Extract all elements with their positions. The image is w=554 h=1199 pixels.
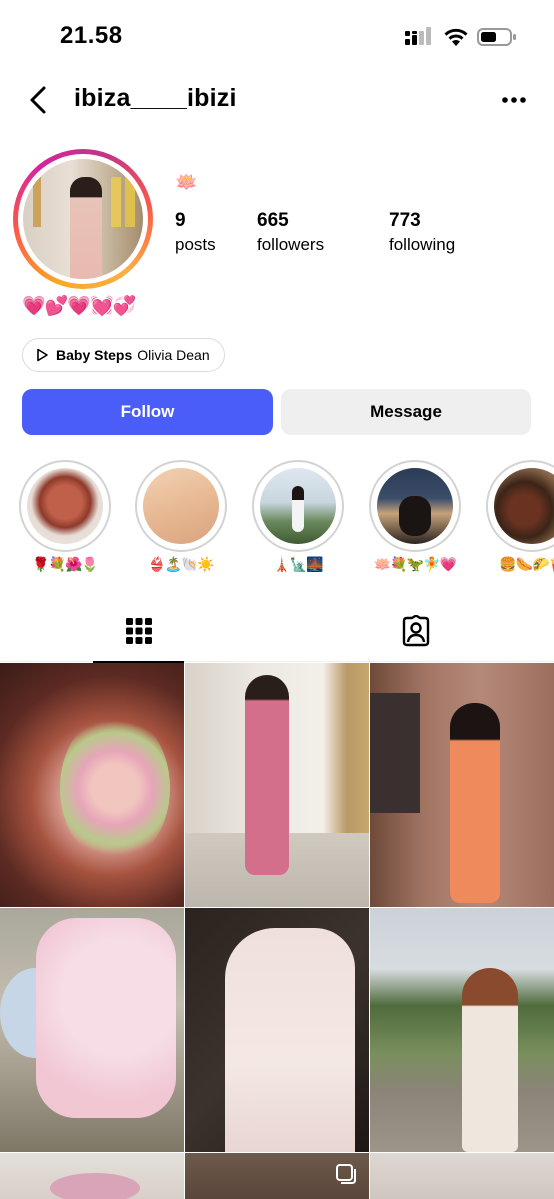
highlight-cover <box>494 468 554 544</box>
post-thumbnail[interactable] <box>370 1153 554 1199</box>
cellular-signal-icon <box>405 27 431 45</box>
post-thumbnail[interactable] <box>0 908 184 1152</box>
profile-music-pill[interactable]: Baby Steps Olivia Dean <box>22 338 225 372</box>
carousel-icon <box>336 1164 356 1184</box>
post-thumbnail[interactable] <box>185 663 369 907</box>
story-highlight[interactable]: 🗼🗽🌉 <box>252 460 344 573</box>
story-highlight[interactable]: 🪷💐🦖🧚💗 <box>369 460 461 573</box>
battery-icon <box>477 28 516 46</box>
bio-emoji: 🪷 <box>175 172 198 192</box>
status-time: 21.58 <box>60 22 123 49</box>
back-arrow-icon[interactable] <box>22 80 58 120</box>
highlight-label: 🍔🌭🌮🍟 <box>499 556 554 572</box>
message-button[interactable]: Message <box>281 389 531 435</box>
stat-posts-label: posts <box>175 235 216 254</box>
post-thumbnail[interactable] <box>185 908 369 1152</box>
highlight-label: 🗼🗽🌉 <box>273 556 323 572</box>
post-thumbnail[interactable] <box>370 908 554 1152</box>
tagged-person-icon <box>402 615 429 647</box>
highlight-label: 🌹💐🌺🌷 <box>32 556 99 572</box>
highlight-cover <box>377 468 453 544</box>
wifi-icon <box>444 28 468 46</box>
tab-posts-grid[interactable] <box>0 600 277 663</box>
music-artist: Olivia Dean <box>137 347 210 363</box>
status-bar: 21.58 <box>0 0 554 72</box>
stat-following[interactable]: 773 following <box>389 210 455 255</box>
stat-following-label: following <box>389 235 456 254</box>
follow-button[interactable]: Follow <box>22 389 273 435</box>
highlight-cover <box>27 468 103 544</box>
profile-header: ibiza____ibizi <box>0 72 554 128</box>
stat-followers-label: followers <box>257 235 325 254</box>
avatar <box>23 159 143 279</box>
post-thumbnail[interactable] <box>0 1153 184 1199</box>
profile-avatar-story-ring[interactable] <box>13 149 153 289</box>
profile-tabs <box>0 600 554 663</box>
music-song-title: Baby Steps <box>56 347 133 363</box>
post-thumbnail[interactable] <box>185 1153 369 1199</box>
stat-posts[interactable]: 9 posts <box>175 210 216 255</box>
stat-posts-count: 9 <box>175 210 186 231</box>
profile-name-emojis: 💗💕💗💓💞 <box>22 296 136 317</box>
highlight-label: 🪷💐🦖🧚💗 <box>373 556 457 572</box>
more-options-icon[interactable] <box>496 88 532 112</box>
stat-following-count: 773 <box>389 210 421 231</box>
play-icon <box>37 348 48 362</box>
grid-icon <box>125 618 152 644</box>
story-highlight[interactable]: 🌹💐🌺🌷 <box>19 460 111 573</box>
tab-tagged[interactable] <box>277 600 554 662</box>
profile-username: ibiza____ibizi <box>74 84 237 112</box>
stat-followers[interactable]: 665 followers <box>257 210 324 255</box>
highlight-cover <box>260 468 336 544</box>
post-thumbnail[interactable] <box>370 663 554 907</box>
highlight-label: 👙🏝️🐚☀️ <box>148 556 215 572</box>
story-highlight[interactable]: 🍔🌭🌮🍟 <box>486 460 554 573</box>
stat-followers-count: 665 <box>257 210 289 231</box>
post-thumbnail[interactable] <box>0 663 184 907</box>
highlight-cover <box>143 468 219 544</box>
story-highlight[interactable]: 👙🏝️🐚☀️ <box>135 460 227 573</box>
